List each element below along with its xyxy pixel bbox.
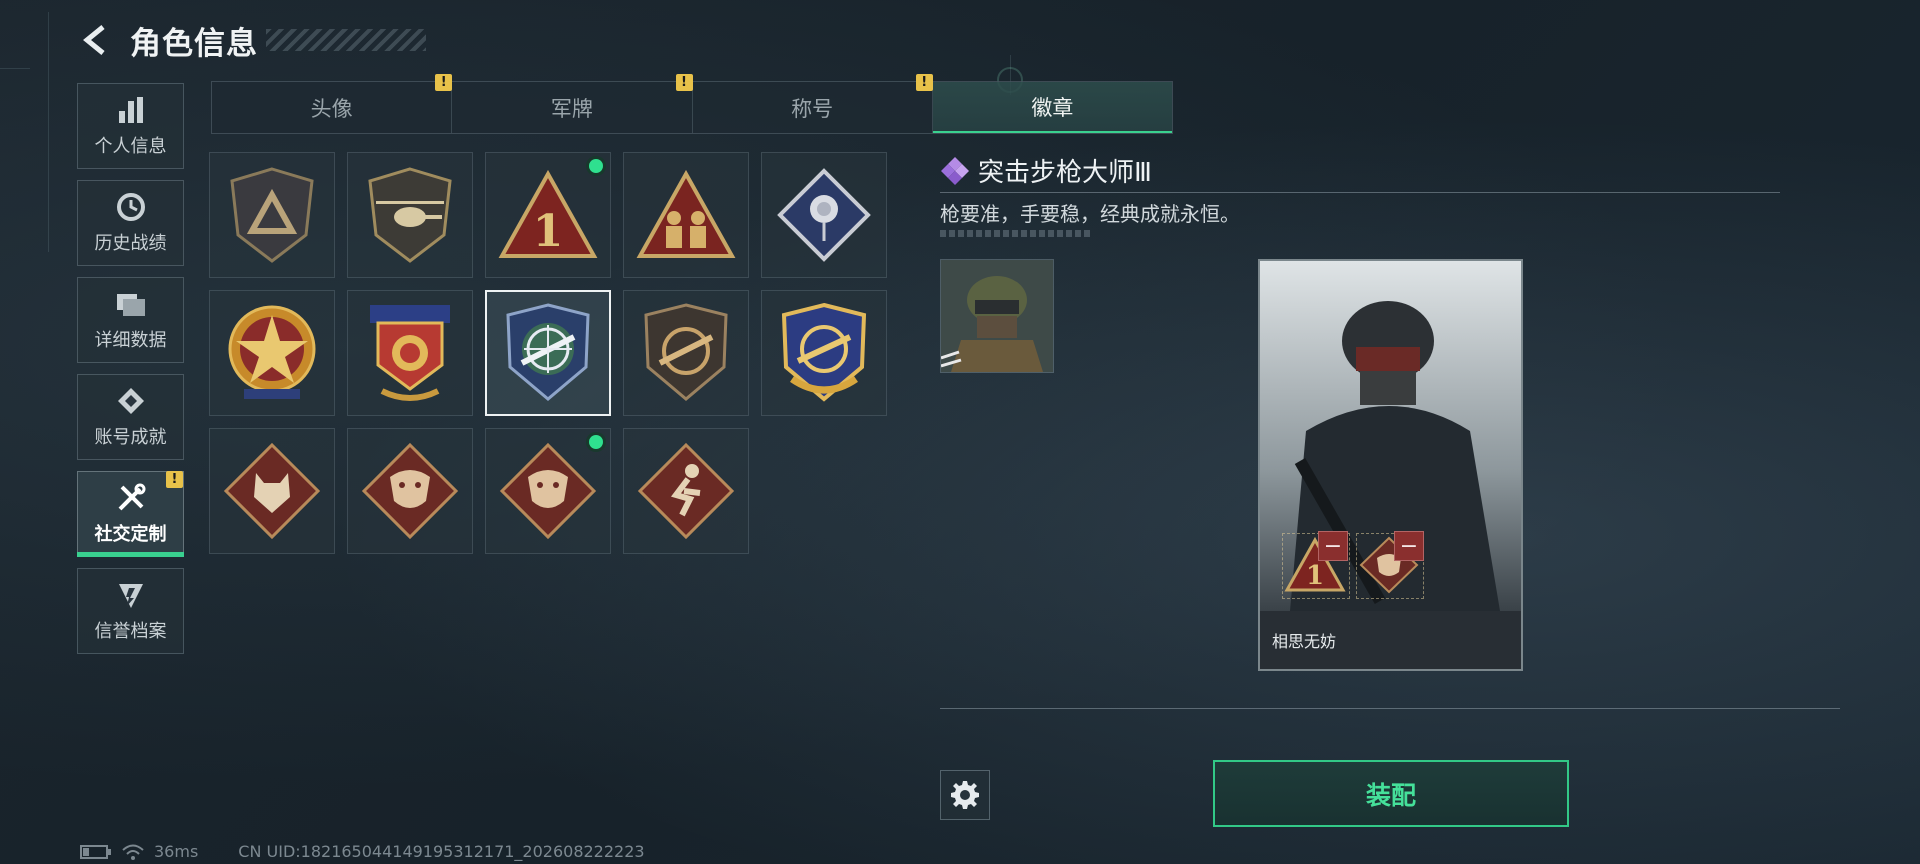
- category-tabs: 头像 ! 军牌 ! 称号 ! 徽章: [211, 74, 1173, 134]
- alert-badge: !: [915, 74, 933, 91]
- badge-cell[interactable]: [485, 428, 611, 554]
- tools-icon: [115, 482, 147, 514]
- tab-avatar[interactable]: 头像 !: [212, 74, 453, 133]
- alert-badge: !: [675, 74, 693, 91]
- ping-readout: 36ms: [154, 842, 199, 861]
- page-header: 角色信息: [76, 18, 426, 62]
- helicopter-badge-icon: [368, 167, 452, 263]
- hud-line: [48, 12, 49, 252]
- tri-emblem-badge-icon: [230, 167, 314, 263]
- title-decoration: [266, 29, 426, 51]
- rifle-scope-gold-badge-icon: [781, 302, 867, 402]
- number-one-badge-icon: 1: [498, 170, 598, 258]
- player-avatar: [940, 259, 1054, 373]
- sidebar: 个人信息 历史战绩 详细数据 账号成就 ! 社交定制 信誉档案: [77, 83, 186, 665]
- star-medal-badge-icon: [228, 305, 316, 399]
- sidebar-item-history[interactable]: 历史战绩: [77, 180, 184, 266]
- dragon-badge-icon: [361, 442, 459, 540]
- equip-button[interactable]: 装配: [1213, 760, 1569, 827]
- tab-label: 头像: [310, 96, 353, 121]
- battery-icon: [80, 844, 111, 859]
- sidebar-item-label: 账号成就: [94, 427, 167, 448]
- remove-badge-button[interactable]: −: [1318, 531, 1348, 561]
- badge-cell[interactable]: [623, 152, 749, 278]
- sidebar-item-details[interactable]: 详细数据: [77, 277, 184, 363]
- sidebar-item-reputation[interactable]: 信誉档案: [77, 568, 184, 654]
- sidebar-item-achievements[interactable]: 账号成就: [77, 374, 184, 460]
- tab-label: 称号: [791, 96, 834, 121]
- gear-icon: [951, 781, 979, 809]
- sidebar-item-label: 社交定制: [94, 524, 167, 545]
- redacted-text-decoration: [940, 230, 1090, 237]
- rifle-scope-bronze-badge-icon: [644, 303, 728, 401]
- svg-text:1: 1: [1306, 561, 1324, 591]
- remove-badge-button[interactable]: −: [1394, 531, 1424, 561]
- badge-cell[interactable]: [761, 152, 887, 278]
- folder-icon: [115, 288, 147, 320]
- tab-label: 徽章: [1031, 95, 1074, 120]
- rose-badge-icon: [777, 168, 871, 262]
- assault-rifle-master-iii-badge-icon: [506, 303, 590, 401]
- badge-cell[interactable]: [347, 428, 473, 554]
- back-arrow-icon[interactable]: [76, 20, 116, 60]
- new-indicator-dot: [589, 435, 603, 449]
- badge-cell[interactable]: [209, 152, 335, 278]
- clock-icon: [115, 191, 147, 223]
- page-title: 角色信息: [130, 25, 258, 62]
- card-player-name: 相思无妨: [1272, 632, 1337, 651]
- divider: [940, 192, 1780, 193]
- sidebar-item-label: 信誉档案: [94, 621, 167, 642]
- rarity-diamond-icon: [941, 157, 969, 185]
- achievement-icon: [115, 385, 147, 417]
- wolf-badge-icon: [223, 442, 321, 540]
- tab-label: 军牌: [550, 96, 593, 121]
- badge-name: 突击步枪大师Ⅲ: [978, 157, 1152, 188]
- badge-cell[interactable]: [623, 428, 749, 554]
- wifi-icon: [122, 844, 144, 860]
- sidebar-item-label: 详细数据: [94, 330, 167, 351]
- badge-cell-selected[interactable]: [485, 290, 611, 416]
- sidebar-item-label: 历史战绩: [94, 233, 167, 254]
- sidebar-item-profile[interactable]: 个人信息: [77, 83, 184, 169]
- shield-icon: [115, 579, 147, 611]
- dragon-badge-alt-icon: [499, 442, 597, 540]
- uid-readout: CN UID:18216504414919531​2171_2026082222…: [238, 842, 645, 861]
- sidebar-item-social-custom[interactable]: ! 社交定制: [77, 471, 184, 557]
- svg-text:1: 1: [533, 206, 564, 257]
- blue-star-crest-badge-icon: [370, 305, 450, 401]
- badge-cell[interactable]: 1: [485, 152, 611, 278]
- soldiers-badge-icon: [636, 170, 736, 258]
- bar-chart-icon: [115, 94, 147, 126]
- badge-cell[interactable]: [209, 428, 335, 554]
- badge-cell[interactable]: [761, 290, 887, 416]
- settings-button[interactable]: [940, 770, 990, 820]
- hud-line: [0, 68, 30, 69]
- badge-cell[interactable]: [209, 290, 335, 416]
- runner-badge-icon: [637, 442, 735, 540]
- alert-badge: !: [166, 471, 183, 488]
- sidebar-item-label: 个人信息: [94, 136, 167, 157]
- badge-cell[interactable]: [347, 152, 473, 278]
- divider: [940, 708, 1840, 709]
- tab-title[interactable]: 称号 !: [693, 74, 933, 133]
- badge-cell[interactable]: [623, 290, 749, 416]
- badge-detail-header: 突击步枪大师Ⅲ: [940, 152, 1152, 188]
- badge-description: 枪要准，手要稳，经典成就永恒。: [940, 202, 1240, 226]
- card-name-bar: 相思无妨: [1260, 611, 1521, 669]
- tab-dog-tag[interactable]: 军牌 !: [452, 74, 693, 133]
- alert-badge: !: [435, 74, 453, 91]
- new-indicator-dot: [589, 159, 603, 173]
- tab-badge[interactable]: 徽章: [932, 82, 1172, 133]
- status-bar: 36ms CN UID:18216504414919531​2171_20260…: [80, 842, 645, 861]
- player-card-preview: 1 − − 相思无妨: [1258, 259, 1523, 671]
- badge-cell[interactable]: [347, 290, 473, 416]
